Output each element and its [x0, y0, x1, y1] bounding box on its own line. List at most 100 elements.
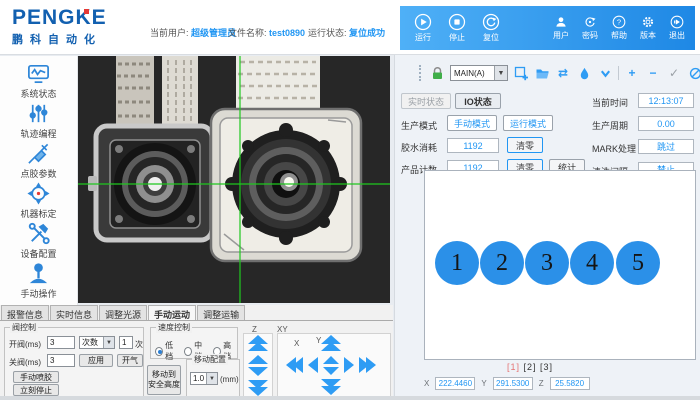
- sidebar-label: 系统状态: [20, 87, 56, 100]
- manual-mode-button[interactable]: 手动模式: [447, 115, 497, 131]
- radio-dot: [155, 347, 163, 356]
- count-select-value: 次数: [80, 337, 103, 348]
- glue-clear-button[interactable]: 清零: [507, 137, 543, 153]
- run-mode-button[interactable]: 运行模式: [503, 115, 553, 131]
- system-status-icon: [26, 61, 51, 86]
- point-circle-5[interactable]: 5: [616, 241, 660, 285]
- sidebar-item-system-status[interactable]: 系统状态: [3, 60, 75, 100]
- reset-button[interactable]: 复位: [482, 13, 500, 43]
- io-status-button[interactable]: IO状态: [455, 93, 501, 109]
- plus-icon[interactable]: +: [624, 66, 640, 81]
- toolbar-side-group: 用户 密码 ? 帮助 版本 退出: [553, 15, 695, 41]
- exit-label: 退出: [669, 30, 685, 41]
- open-folder-icon[interactable]: [534, 66, 550, 81]
- stop-icon: [448, 13, 466, 31]
- open-air-button[interactable]: 开气: [117, 354, 143, 367]
- crosshair-target-icon: [26, 181, 51, 206]
- sidebar-item-manual-operation[interactable]: 手动操作: [3, 260, 75, 300]
- page-2[interactable]: [2]: [523, 362, 536, 372]
- xy-down-fast-arrow2[interactable]: [321, 386, 341, 395]
- count-input[interactable]: [119, 336, 133, 349]
- gear-icon: [641, 15, 655, 29]
- program-canvas[interactable]: 1 2 3 4 5: [424, 170, 696, 360]
- run-label: 运行: [415, 32, 431, 43]
- chevron-down-icon: ▼: [206, 373, 217, 384]
- manual-glue-button[interactable]: 手动喷胶: [13, 371, 59, 383]
- production-mode-label: 生产模式: [401, 119, 437, 132]
- fill-tool-icon[interactable]: [576, 66, 592, 81]
- minus-icon[interactable]: −: [645, 66, 661, 81]
- move-safe-height-button[interactable]: 移动到 安全高度: [147, 365, 181, 395]
- point-circle-3[interactable]: 3: [525, 241, 569, 285]
- sidebar-item-dispense-parameters[interactable]: 点胶参数: [3, 140, 75, 180]
- speed-low-radio[interactable]: 低档: [155, 340, 179, 362]
- lock-icon[interactable]: [429, 66, 445, 81]
- xy-left-arrow[interactable]: [308, 357, 318, 373]
- point-circle-2[interactable]: 2: [480, 241, 524, 285]
- page-3[interactable]: [3]: [540, 362, 553, 372]
- glue-consumption-label: 胶水消耗: [401, 141, 437, 154]
- run-status-label: 运行状态:: [308, 28, 347, 38]
- mark-label: MARK处理: [592, 142, 636, 155]
- speed-low-label: 低档: [165, 340, 179, 362]
- count-select[interactable]: 次数 ▼: [79, 336, 115, 349]
- stop-label: 停止: [449, 32, 465, 43]
- sidebar-label: 点胶参数: [20, 167, 56, 180]
- cycle-label: 生产周期: [592, 119, 628, 132]
- apply-button[interactable]: 应用: [79, 354, 113, 367]
- brand-text: PENGKE: [12, 7, 142, 29]
- z-down-fast-arrow2[interactable]: [248, 387, 268, 396]
- point-circle-4[interactable]: 4: [570, 241, 614, 285]
- check-icon[interactable]: ✓: [666, 66, 682, 81]
- pagination: [1] [2] [3]: [424, 362, 696, 372]
- step-select[interactable]: 1.0 ▼: [190, 372, 218, 385]
- reset-icon: [482, 13, 500, 31]
- xy-center-up-arrow[interactable]: [323, 356, 339, 364]
- cycle-value: 0.00: [638, 116, 694, 131]
- realtime-status-button[interactable]: 实时状态: [401, 93, 451, 109]
- run-button[interactable]: 运行: [414, 13, 432, 43]
- swap-icon[interactable]: ⇄: [555, 66, 571, 81]
- reset-label: 复位: [483, 32, 499, 43]
- toolbar-grip[interactable]: [419, 65, 422, 81]
- current-time-value: 12:13:07: [638, 93, 694, 108]
- program-select[interactable]: MAIN(A) ▼: [450, 65, 508, 81]
- tools-icon: [26, 221, 51, 246]
- sidebar-item-trajectory-programming[interactable]: 轨迹编程: [3, 100, 75, 140]
- chevron-down-tool-icon[interactable]: [597, 66, 613, 81]
- z-down-arrow[interactable]: [248, 367, 268, 376]
- password-button[interactable]: 密码: [582, 15, 598, 41]
- sidebar-item-machine-calibration[interactable]: 机器标定: [3, 180, 75, 220]
- speed-group-title: 速度控制: [156, 322, 192, 333]
- camera-module-right: [211, 109, 361, 261]
- glue-consumption-value: 1192: [447, 138, 499, 153]
- z-coord-label: Z: [539, 379, 544, 388]
- chevron-down-icon: ▼: [103, 337, 114, 348]
- help-label: 帮助: [611, 30, 627, 41]
- xy-right-fast-arrow2[interactable]: [366, 357, 376, 373]
- new-region-icon[interactable]: [513, 66, 529, 81]
- stop-now-button[interactable]: 立刻停止: [13, 384, 59, 396]
- page-1[interactable]: [1]: [507, 362, 520, 372]
- point-circle-1[interactable]: 1: [435, 241, 479, 285]
- file-label: 文件名称:: [228, 28, 267, 38]
- user-button[interactable]: 用户: [553, 15, 569, 41]
- cancel-icon[interactable]: [687, 66, 700, 81]
- exit-button[interactable]: 退出: [669, 15, 685, 41]
- open-valve-input[interactable]: [47, 336, 75, 349]
- top-toolbar: 运行 停止 复位 用户 密码 ? 帮助 版本 退出: [400, 6, 695, 50]
- z-up-arrow[interactable]: [248, 355, 268, 364]
- coordinates-row: X 222.4460 Y 291.5300 Z 25.5820: [424, 377, 590, 390]
- version-button[interactable]: 版本: [640, 15, 656, 41]
- stop-button[interactable]: 停止: [448, 13, 466, 43]
- flex-ribbon-right: [236, 56, 320, 114]
- program-toolbar: MAIN(A) ▼ ⇄ + − ✓: [419, 63, 700, 83]
- close-valve-input[interactable]: [47, 354, 75, 367]
- sidebar-item-device-configuration[interactable]: 设备配置: [3, 220, 75, 260]
- camera-view[interactable]: [78, 56, 390, 303]
- xy-right-arrow[interactable]: [344, 357, 354, 373]
- logo: PENGKE 鹏科自动化: [12, 7, 142, 49]
- xy-center-down-arrow[interactable]: [323, 367, 339, 375]
- right-panel: MAIN(A) ▼ ⇄ + − ✓ 实时状态 IO状态 生产模式 手动模式 运行…: [394, 55, 700, 400]
- help-button[interactable]: ? 帮助: [611, 15, 627, 41]
